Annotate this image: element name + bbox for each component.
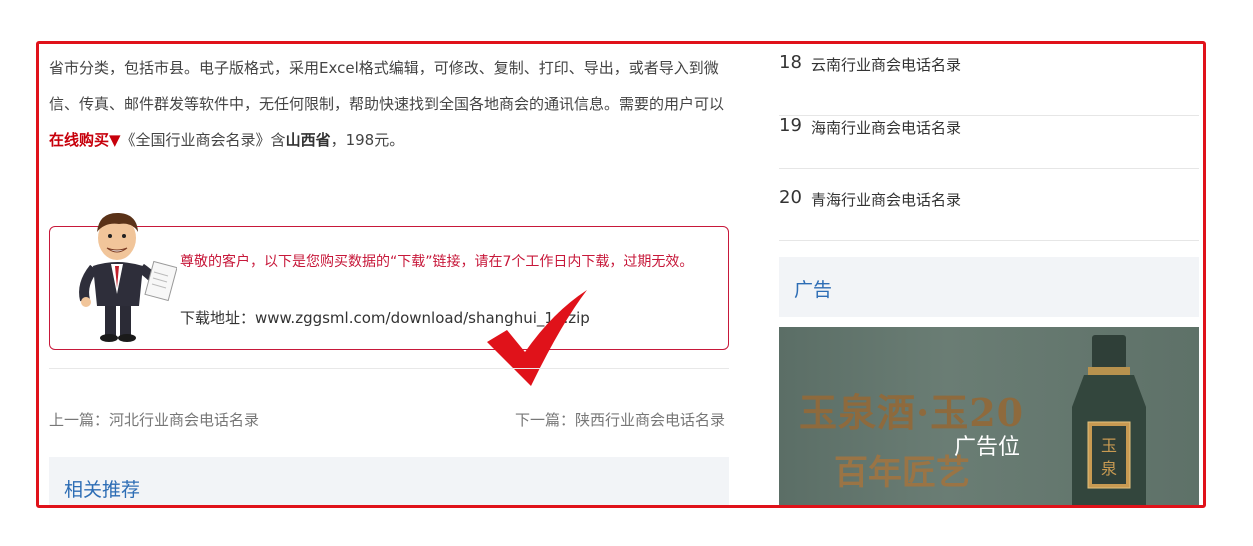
ranking-number: 20	[779, 187, 802, 208]
divider	[49, 368, 729, 369]
businessman-illustration	[79, 212, 177, 342]
ad-section-header: 广告	[779, 257, 1199, 317]
previous-article-link[interactable]: 上一篇：河北行业商会电话名录	[49, 409, 259, 430]
ad-slogan-text: 百年匠艺	[834, 453, 970, 493]
next-article-link[interactable]: 下一篇：陕西行业商会电话名录	[515, 409, 725, 430]
province-name: 山西省	[285, 131, 331, 149]
bottle-label-top: 玉	[1101, 436, 1117, 455]
ranking-number: 18	[779, 52, 802, 73]
ranking-title[interactable]: 海南行业商会电话名录	[811, 117, 961, 138]
checkmark-icon	[487, 290, 587, 386]
bottle-label-bottom: 泉	[1101, 459, 1117, 478]
buy-online-link[interactable]: 在线购买▼	[49, 131, 121, 149]
intro-text-1: 省市分类，包括市县。电子版格式，采用Excel格式编辑，可修改、复制、打印、导出…	[49, 59, 725, 113]
ad-banner[interactable]: 玉泉酒·玉20 百年匠艺 玉 泉 广告位	[779, 327, 1199, 505]
ranking-title[interactable]: 青海行业商会电话名录	[811, 189, 961, 210]
ranking-number: 19	[779, 115, 802, 136]
related-section-header: 相关推荐	[49, 457, 729, 505]
intro-text-3: ，198元。	[330, 131, 405, 149]
ad-title: 广告	[794, 279, 833, 301]
ad-placeholder-label: 广告位	[954, 435, 1021, 460]
download-notice: 尊敬的客户，以下是您购买数据的“下载”链接，请在7个工作日内下载，过期无效。	[180, 254, 694, 270]
article-intro: 省市分类，包括市县。电子版格式，采用Excel格式编辑，可修改、复制、打印、导出…	[49, 50, 739, 158]
highlight-frame: 省市分类，包括市县。电子版格式，采用Excel格式编辑，可修改、复制、打印、导出…	[36, 41, 1206, 508]
ranking-item[interactable]: 19 海南行业商会电话名录	[779, 97, 1199, 169]
ranking-title[interactable]: 云南行业商会电话名录	[811, 54, 961, 75]
intro-text-2: 《全国行业商会名录》含	[120, 131, 286, 149]
liquor-bottle-image: 玉 泉	[1072, 335, 1146, 505]
ranking-item[interactable]: 20 青海行业商会电话名录	[779, 169, 1199, 241]
related-title: 相关推荐	[64, 479, 141, 501]
